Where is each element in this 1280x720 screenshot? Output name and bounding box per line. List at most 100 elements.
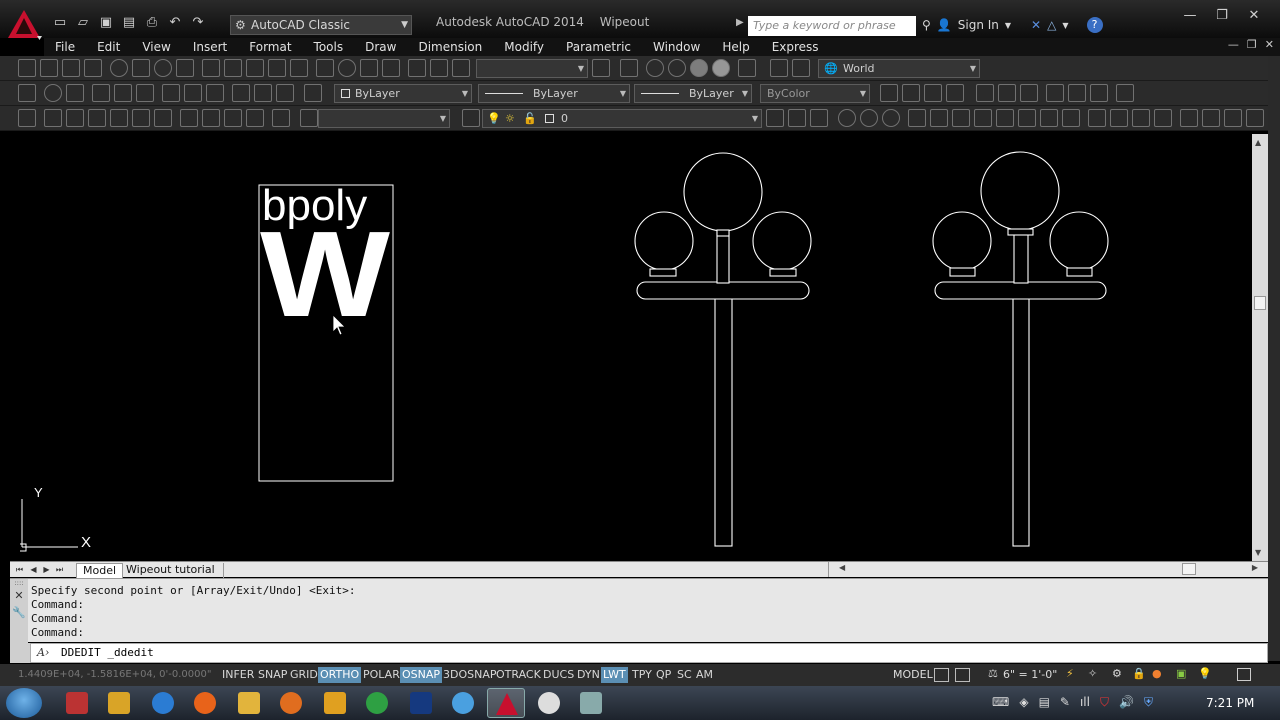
ucs-previous-icon[interactable] <box>792 59 810 77</box>
last-tab-icon[interactable]: ⏭ <box>54 563 65 576</box>
pen-icon[interactable]: ✎ <box>1060 695 1070 710</box>
view-3d-icon[interactable] <box>620 59 638 77</box>
start-button-icon[interactable] <box>6 688 42 718</box>
box-icon[interactable] <box>1090 84 1108 102</box>
ucs-view-icon[interactable] <box>114 84 132 102</box>
linear-dim-icon[interactable] <box>18 59 36 77</box>
auto-scale-icon[interactable]: ✧ <box>1088 667 1097 680</box>
ucs-x-icon[interactable] <box>162 84 180 102</box>
signal-icon[interactable]: ıll <box>1080 695 1090 710</box>
camera-icon[interactable] <box>272 109 290 127</box>
visual-styles-icon[interactable] <box>738 59 756 77</box>
stretch-icon[interactable] <box>1062 109 1080 127</box>
minimize-icon[interactable]: — <box>1176 6 1204 26</box>
close-icon[interactable]: ✕ <box>10 589 28 602</box>
center-mark-icon[interactable] <box>338 59 356 77</box>
sw-iso-icon[interactable] <box>180 109 198 127</box>
device-icon[interactable]: ▤ <box>1039 695 1050 710</box>
firefox-icon[interactable] <box>194 692 216 714</box>
lightbulb-icon[interactable]: 💡 <box>1198 667 1212 680</box>
inspect-icon[interactable] <box>360 59 378 77</box>
dim-edit-icon[interactable] <box>408 59 426 77</box>
photoshop-icon[interactable] <box>410 692 432 714</box>
ordinate-icon[interactable] <box>84 59 102 77</box>
menu-format[interactable]: Format <box>238 38 302 56</box>
model-space-toggle[interactable]: MODEL <box>893 667 933 683</box>
menu-parametric[interactable]: Parametric <box>555 38 642 56</box>
menu-insert[interactable]: Insert <box>182 38 238 56</box>
ucs-world-icon[interactable] <box>44 84 62 102</box>
dim-style-icon[interactable] <box>592 59 610 77</box>
cylinder-icon[interactable] <box>1068 84 1086 102</box>
scroll-right-icon[interactable]: ▶ <box>1252 563 1258 572</box>
autocad-taskbar-button[interactable] <box>487 688 525 718</box>
rotate-icon[interactable] <box>1018 109 1036 127</box>
command-line-input[interactable]: A› DDEDIT _ddedit <box>30 643 1268 663</box>
toggle-3dosnap[interactable]: 3DOSNAP <box>441 667 499 683</box>
toggle-sc[interactable]: SC <box>675 667 694 683</box>
close-icon[interactable]: ✕ <box>1240 6 1268 26</box>
chevron-down-icon[interactable]: ▼ <box>1005 21 1011 30</box>
left-view-icon[interactable] <box>88 109 106 127</box>
layer-combo[interactable]: 💡 ☼ 🔓 0 ▼ <box>482 109 762 128</box>
array-icon[interactable] <box>996 109 1014 127</box>
help-search-input[interactable]: Type a keyword or phrase <box>748 16 916 36</box>
quick-dim-icon[interactable] <box>202 59 220 77</box>
toggle-osnap[interactable]: OSNAP <box>400 667 443 683</box>
expand-search-icon[interactable]: ▶ <box>736 17 744 28</box>
orbit-icon[interactable] <box>838 109 856 127</box>
baseline-icon[interactable] <box>224 59 242 77</box>
menu-express[interactable]: Express <box>761 38 830 56</box>
lineweight-combo[interactable]: ByLayer ▼ <box>634 84 752 103</box>
doc-close-icon[interactable]: ✕ <box>1265 38 1274 51</box>
color-combo[interactable]: ByLayer ▼ <box>334 84 472 103</box>
sign-in-link[interactable]: Sign In <box>958 18 999 32</box>
file-explorer-icon[interactable] <box>238 692 260 714</box>
back-view-icon[interactable] <box>154 109 172 127</box>
new-icon[interactable]: ▭ <box>50 13 70 33</box>
continuous-orbit-icon[interactable] <box>882 109 900 127</box>
redo-icon[interactable]: ↷ <box>188 13 208 33</box>
toggle-lwt[interactable]: LWT <box>601 667 628 683</box>
keyboard-icon[interactable]: ⌨ <box>992 695 1009 710</box>
right-view-icon[interactable] <box>110 109 128 127</box>
drawing-canvas[interactable]: bpoly W Y X <box>10 134 1252 561</box>
dim-text-edit-icon[interactable] <box>430 59 448 77</box>
command-grip[interactable]: :::: ✕ 🔧 <box>10 579 28 643</box>
vertical-scrollbar[interactable]: ▲ ▼ <box>1252 134 1268 561</box>
toggle-snap[interactable]: SNAP <box>256 667 289 683</box>
angular-icon[interactable] <box>176 59 194 77</box>
front-view-icon[interactable] <box>132 109 150 127</box>
offset-icon[interactable] <box>974 109 992 127</box>
internet-explorer-icon[interactable] <box>152 692 174 714</box>
scroll-down-icon[interactable]: ▼ <box>1255 548 1261 557</box>
layer-walk-icon[interactable] <box>810 109 828 127</box>
layer-state-combo[interactable]: ▼ <box>318 109 450 128</box>
toggle-tpy[interactable]: TPY <box>630 667 654 683</box>
trim-icon[interactable] <box>1088 109 1106 127</box>
join-icon[interactable] <box>1154 109 1172 127</box>
workspace-switch-icon[interactable]: ⚙ <box>1112 667 1122 680</box>
linetype-combo[interactable]: ByLayer ▼ <box>478 84 630 103</box>
toggle-grid[interactable]: GRID <box>288 667 320 683</box>
revcloud-icon[interactable] <box>1116 84 1134 102</box>
chevron-down-icon[interactable]: ▼ <box>1062 21 1068 30</box>
ucs-origin-icon[interactable] <box>18 84 36 102</box>
binoculars-icon[interactable]: ⚲ <box>922 18 931 32</box>
move-icon[interactable] <box>908 109 926 127</box>
tab-wipeout-tutorial[interactable]: Wipeout tutorial <box>118 563 224 578</box>
menu-edit[interactable]: Edit <box>86 38 131 56</box>
break-icon[interactable] <box>290 59 308 77</box>
pdf-reader-icon[interactable] <box>66 692 88 714</box>
block-icon[interactable] <box>880 84 898 102</box>
eraser-icon[interactable] <box>1020 84 1038 102</box>
jog-line-icon[interactable] <box>382 59 400 77</box>
scroll-left-icon[interactable]: ◀ <box>839 563 845 572</box>
explode-icon[interactable] <box>1224 109 1242 127</box>
menu-tools[interactable]: Tools <box>303 38 355 56</box>
diameter-icon[interactable] <box>154 59 172 77</box>
next-tab-icon[interactable]: ▶ <box>41 563 52 576</box>
security-icon[interactable]: ⛉ <box>1100 695 1109 710</box>
ucs-z-icon[interactable] <box>206 84 224 102</box>
toggle-polar[interactable]: POLAR <box>361 667 402 683</box>
